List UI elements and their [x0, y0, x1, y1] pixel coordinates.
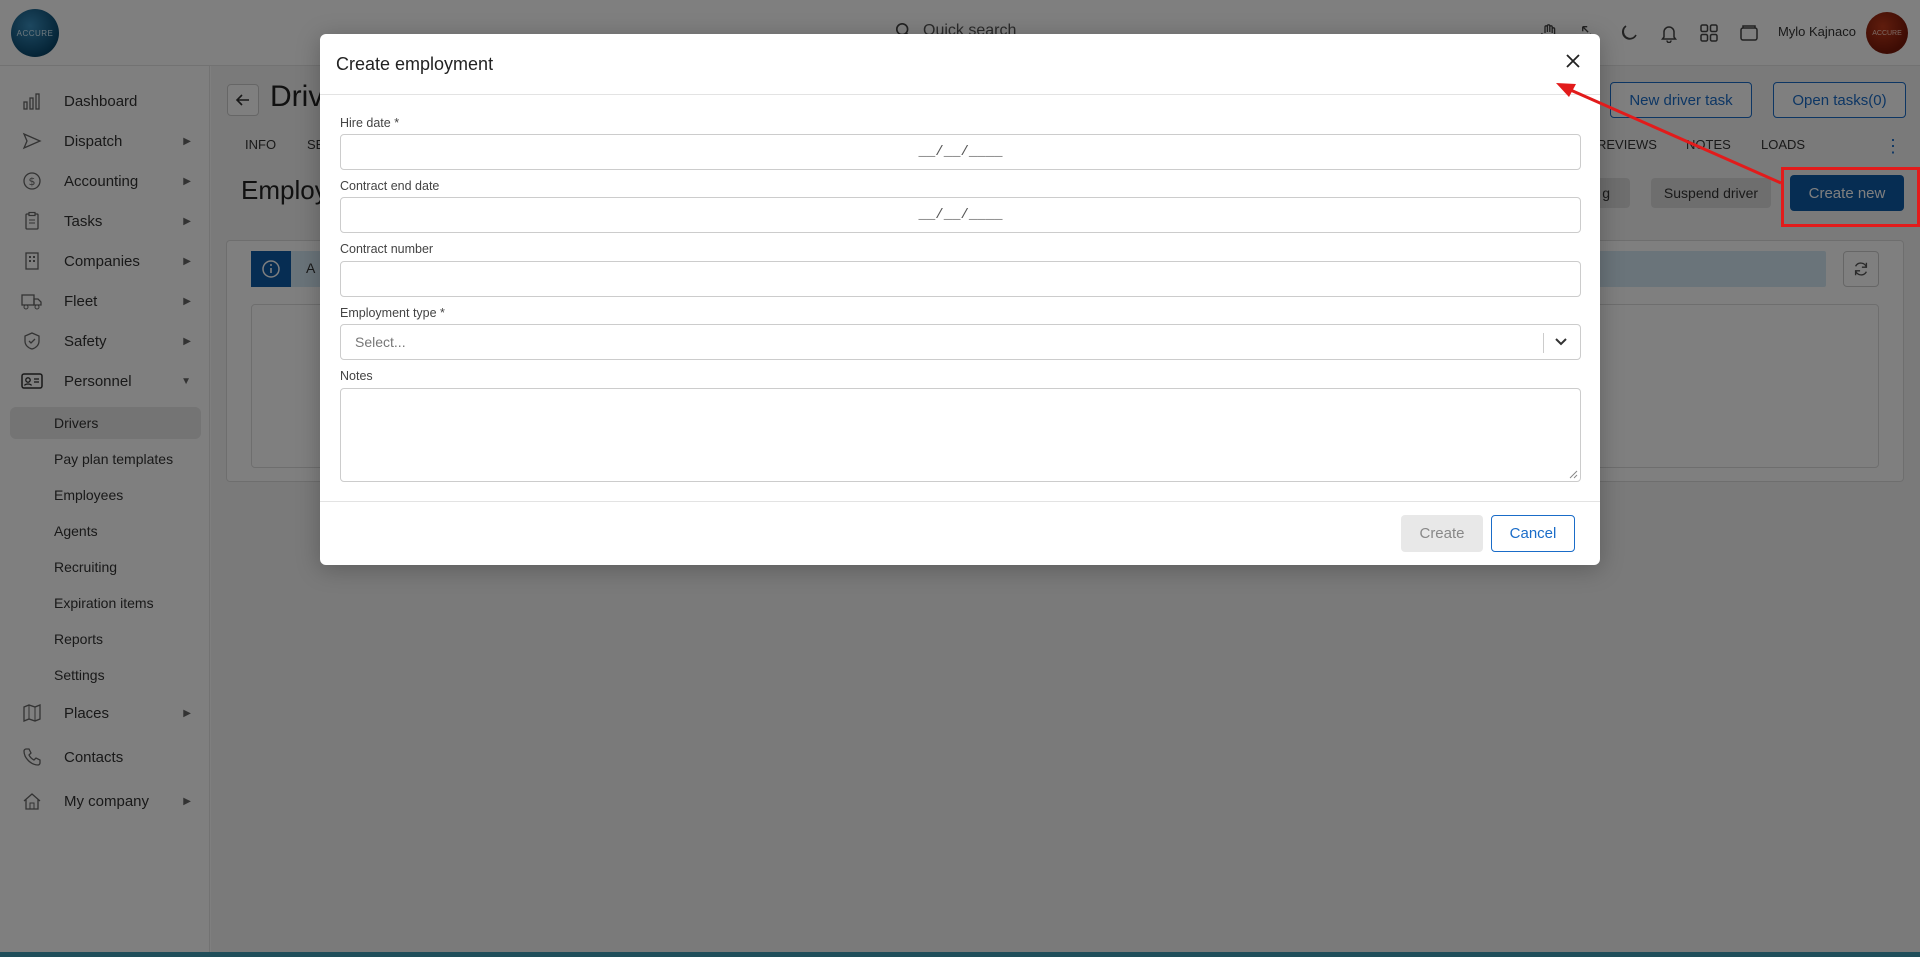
notes-field[interactable] [340, 388, 1581, 482]
resize-grip-icon[interactable] [1568, 469, 1578, 479]
close-button[interactable] [1562, 50, 1584, 72]
modal-footer-divider [320, 501, 1600, 502]
employment-type-select[interactable]: Select... [340, 324, 1581, 360]
contract-end-date-field[interactable]: __/__/____ [340, 197, 1581, 233]
create-employment-modal: Create employment Hire date * __/__/____… [320, 34, 1600, 565]
modal-title: Create employment [336, 54, 494, 74]
annotation-highlight-box [1781, 167, 1920, 227]
bottom-strip [0, 952, 1920, 957]
chevron-down-icon[interactable] [1552, 333, 1570, 351]
cancel-button[interactable]: Cancel [1491, 515, 1575, 552]
notes-label: Notes [340, 369, 373, 383]
select-separator [1543, 333, 1544, 353]
contract-number-field[interactable] [340, 261, 1581, 297]
close-icon [1566, 54, 1580, 68]
employment-type-label: Employment type * [340, 306, 445, 320]
modal-header-divider [320, 94, 1600, 95]
select-placeholder: Select... [355, 334, 406, 350]
contract-end-date-label: Contract end date [340, 179, 440, 193]
contract-number-label: Contract number [340, 242, 434, 256]
hire-date-field[interactable]: __/__/____ [340, 134, 1581, 170]
hire-date-label: Hire date * [340, 116, 400, 130]
create-button[interactable]: Create [1401, 515, 1483, 552]
